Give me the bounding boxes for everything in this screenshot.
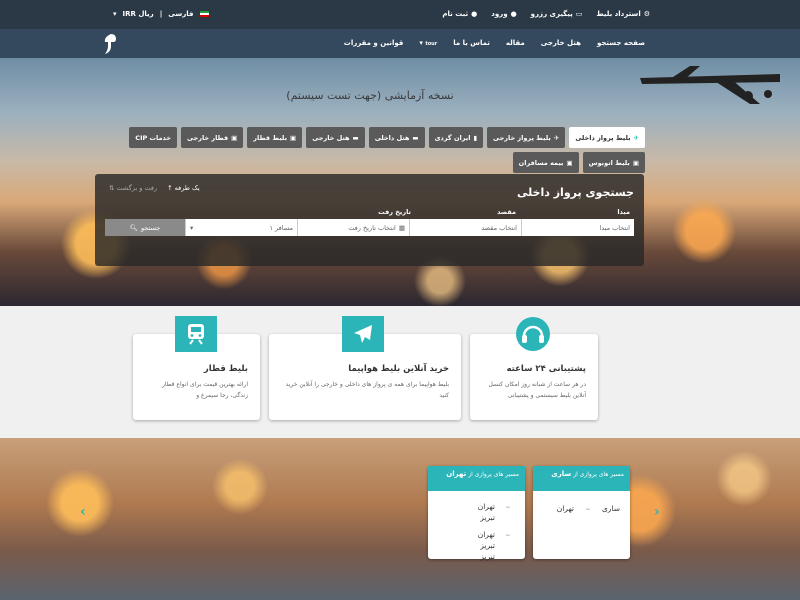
routes-section: ‹ › مسیر های پروازی از تهران تهران به تب… [0,438,800,600]
site-logo[interactable] [100,32,120,56]
date-input[interactable]: انتخاب تاریخ رفت ▦ [297,219,409,236]
carousel-prev-button[interactable]: ‹ [80,504,86,520]
tab-bus[interactable]: ▣ بلیط اتوبوس [582,152,645,173]
search-button[interactable]: 🔍︎ جستجو [105,219,185,236]
ticket-icon: ▭ [575,10,583,18]
destination-label: مقصد [497,208,516,216]
tab-domestic-hotel[interactable]: ▬ هتل داخلی [368,127,425,148]
feature-card-flight: خرید آنلاین بلیط هواپیما بلیط هواپیما بر… [269,316,461,420]
search-icon: 🔍︎ [129,223,138,232]
nav-link-contact[interactable]: تماس با ما [453,39,490,47]
refund-link[interactable]: ⚙ استرداد بلیط [596,10,650,18]
bed-icon: ▬ [412,133,419,142]
track-link[interactable]: ▭ پیگیری رزرو [531,10,583,18]
chevron-down-icon: ▾ [113,10,117,18]
trip-type-selector: ⇅ رفت و برگشت ↑ یک طرفه [109,184,200,192]
gear-icon: ⚙ [643,10,650,18]
bed-icon: ▬ [352,133,359,142]
tab-insurance[interactable]: ▣ بیمه مسافران [512,152,579,173]
account-links: ⚙ استرداد بلیط ▭ پیگیری رزرو ● ورود ● ثبت نا… [442,10,650,18]
origin-label: مبدا [617,208,630,216]
user-icon: ● [510,10,517,18]
tab-foreign-flight[interactable]: ✈ بلیط پرواز خارجی [487,127,566,148]
service-tabs: ✈ بلیط پرواز داخلی ✈ بلیط پرواز خارجی ▮ ایر… [105,127,645,173]
chevron-down-icon: ▾ [190,223,194,232]
register-link[interactable]: ● ثبت نام [442,10,477,18]
top-bar: ▾ IRR ریال | فارسی ⚙ استرداد بلیط ▭ پیگیری… [0,0,800,29]
luggage-icon: ▮ [473,133,478,142]
login-link[interactable]: ● ورود [491,10,516,18]
route-card-header: مسیر های پروازی از ساری [533,466,630,491]
airplane-icon [342,316,384,352]
train-icon: ▣ [290,133,297,142]
main-nav: صفحه جستجو هتل خارجی مقاله تماس با ما to… [0,29,800,58]
feature-title: خرید آنلاین بلیط هواپیما [348,364,449,374]
feature-text: ارائه بهترین قیمت برای انواع قطار زندگی،… [161,381,248,399]
destination-input[interactable]: انتخاب مقصد [409,219,521,236]
carousel-next-button[interactable]: › [654,504,660,520]
nav-link-foreign-hotel[interactable]: هتل خارجی [541,39,581,47]
route-card-sari[interactable]: مسیر های پروازی از ساری ساری به تهران [533,466,630,559]
tab-foreign-train[interactable]: ▣ قطار خارجی [180,127,244,148]
currency-selector[interactable]: IRR ریال [123,10,154,18]
route-card-tehran[interactable]: مسیر های پروازی از تهران تهران به تبریز … [428,466,525,561]
feature-card-support: پشتیبانی ۲۴ ساعته در هر ساعت از شبانه رو… [470,317,598,420]
feature-text: در هر ساعت از شبانه روز امکان کنسل آنلای… [488,381,586,399]
tab-train[interactable]: ▣ بلیط قطار [247,127,303,148]
bus-icon: ▣ [632,158,639,167]
feature-card-train: بلیط قطار ارائه بهترین قیمت برای انواع ق… [133,316,260,420]
hero-section: نسخه آزمایشی (جهت تست سیستم) ✈ بلیط پرواز… [0,58,800,306]
nav-link-tour[interactable]: tour ▾ [419,39,437,47]
nav-link-rules[interactable]: قوانین و مقررات [344,39,404,47]
calendar-icon: ▦ [398,223,405,232]
feature-title: پشتیبانی ۲۴ ساعته [506,364,586,374]
round-trip-option[interactable]: ⇅ رفت و برگشت [109,184,157,192]
date-label: تاریخ رفت [378,208,411,216]
headset-icon [512,316,554,352]
tab-domestic-flight[interactable]: ✈ بلیط پرواز داخلی [569,127,645,148]
passenger-select[interactable]: ▾ ۱ مسافر [185,219,297,236]
plane-icon: ✈ [633,133,639,142]
route-card-header: مسیر های پروازی از تهران [428,466,525,491]
one-way-option[interactable]: ↑ یک طرفه [167,184,200,192]
nav-link-article[interactable]: مقاله [506,39,525,47]
train-icon [175,316,217,352]
tab-foreign-hotel[interactable]: ▬ هتل خارجی [306,127,365,148]
origin-input[interactable]: انتخاب مبدا [521,219,634,236]
search-fields: 🔍︎ جستجو ▾ ۱ مسافر انتخاب تاریخ رفت ▦ انتخا… [105,219,634,236]
flight-search-panel: جستجوی پرواز داخلی ⇅ رفت و برگشت ↑ یک طر… [95,174,644,266]
hero-title: نسخه آزمایشی (جهت تست سیستم) [286,89,454,102]
flag-icon [199,11,209,17]
features-section: بلیط قطار ارائه بهترین قیمت برای انواع ق… [0,306,800,438]
tab-cip[interactable]: خدمات CIP [129,127,177,148]
language-selector[interactable]: فارسی [168,10,193,18]
search-title: جستجوی پرواز داخلی [516,186,634,199]
user-plus-icon: ● [471,10,478,18]
feature-title: بلیط قطار [203,364,248,374]
car-icon: ▣ [566,158,573,167]
feature-text: بلیط هواپیما برای همه ی پرواز های داخلی … [285,381,449,399]
nav-link-search[interactable]: صفحه جستجو [597,39,645,47]
plane-icon: ✈ [553,133,560,142]
tab-iran-tour[interactable]: ▮ ایران گردی [428,127,484,148]
locale-switcher[interactable]: ▾ IRR ریال | فارسی [113,10,209,18]
train-icon: ▣ [231,133,238,142]
